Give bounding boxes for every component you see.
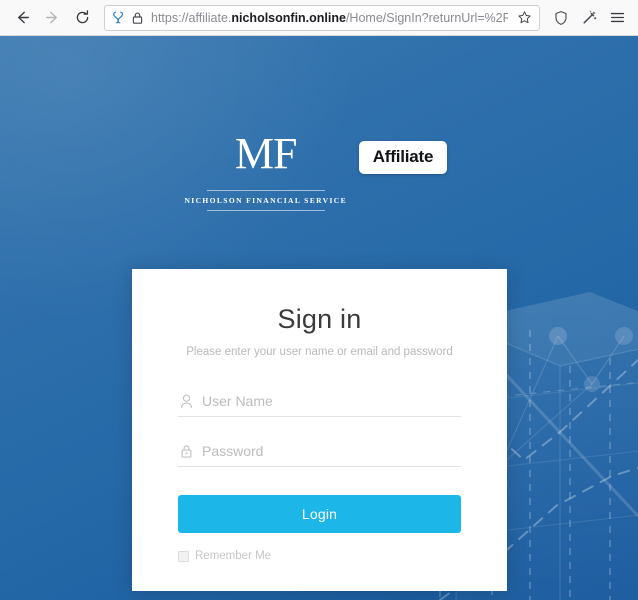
username-input[interactable] <box>202 393 459 409</box>
password-field-row[interactable] <box>178 439 461 467</box>
forward-button[interactable] <box>38 4 66 32</box>
browser-toolbar: https://affiliate.nicholsonfin.online/Ho… <box>0 0 638 36</box>
password-input[interactable] <box>202 443 459 459</box>
reload-icon <box>76 10 88 24</box>
company-name: NICHOLSON FINANCIAL SERVICE <box>184 196 347 205</box>
signin-card: Sign in Please enter your user name or e… <box>132 269 507 591</box>
bookmark-star-icon[interactable] <box>513 7 535 29</box>
company-logo: MF NICHOLSON FINANCIAL SERVICE <box>184 129 346 211</box>
lock-icon[interactable] <box>131 11 144 25</box>
hamburger-menu-icon <box>610 12 624 23</box>
app-menu-button[interactable] <box>604 4 630 32</box>
padlock-icon <box>180 444 193 459</box>
shield-button[interactable] <box>548 4 574 32</box>
back-button[interactable] <box>8 4 36 32</box>
url-prefix: https://affiliate. <box>151 10 232 25</box>
magic-wand-icon <box>582 10 596 24</box>
shield-icon <box>555 10 567 25</box>
user-icon <box>180 394 193 409</box>
tracking-protection-icon[interactable] <box>111 10 126 25</box>
logo-rule-top <box>206 190 325 191</box>
brand-header: MF NICHOLSON FINANCIAL SERVICE Affiliate <box>0 132 638 211</box>
remember-me-row[interactable]: Remember Me <box>178 550 461 562</box>
login-button[interactable]: Login <box>178 495 461 533</box>
logo-monogram: MF <box>234 129 298 178</box>
remember-me-label: Remember Me <box>195 550 272 562</box>
url-suffix: /Home/SignIn?returnUrl=%2F <box>345 10 508 25</box>
reload-button[interactable] <box>68 4 96 32</box>
remember-me-checkbox[interactable] <box>178 550 189 562</box>
forward-arrow-icon <box>45 11 57 24</box>
username-field-row[interactable] <box>178 389 461 417</box>
logo-rule-bottom <box>206 210 325 211</box>
url-bar[interactable]: https://affiliate.nicholsonfin.online/Ho… <box>104 4 540 31</box>
affiliate-badge: Affiliate <box>358 141 448 174</box>
page-title: Sign in <box>277 304 362 334</box>
url-text[interactable]: https://affiliate.nicholsonfin.online/Ho… <box>149 10 508 26</box>
extension-button[interactable] <box>576 4 602 32</box>
signin-subtitle: Please enter your user name or email and… <box>186 346 453 358</box>
back-arrow-icon <box>17 11 29 24</box>
page-content: MF NICHOLSON FINANCIAL SERVICE Affiliate… <box>0 36 638 600</box>
url-domain: nicholsonfin.online <box>231 10 346 25</box>
